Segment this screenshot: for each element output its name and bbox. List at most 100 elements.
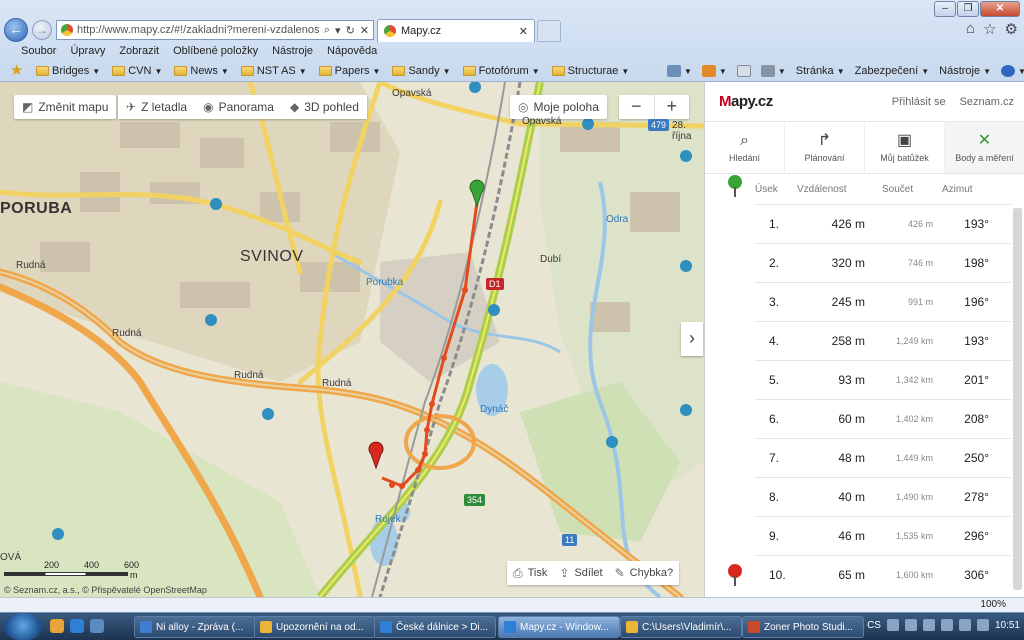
dropdown-icon[interactable]: ▾ bbox=[335, 24, 341, 37]
favorites-add-icon[interactable]: ★ bbox=[10, 63, 26, 79]
table-row[interactable]: 4. 258 m 1,249 km 193° bbox=[755, 321, 1011, 360]
collapse-panel-button[interactable]: › bbox=[681, 322, 703, 356]
tab-planning[interactable]: ↱ Plánování bbox=[785, 122, 865, 173]
zoom-level[interactable]: 100% bbox=[980, 599, 1006, 610]
favorite-folder[interactable]: Sandy ▼ bbox=[386, 65, 456, 77]
3d-view-button[interactable]: ◆ 3D pohled bbox=[281, 95, 367, 119]
home-icon[interactable]: ⌂ bbox=[966, 20, 975, 38]
zoom-out-button[interactable]: − bbox=[619, 95, 655, 119]
forward-button[interactable]: → bbox=[32, 20, 52, 40]
back-button[interactable]: ← bbox=[4, 18, 28, 42]
taskbar-item[interactable]: Mapy.cz - Window... bbox=[498, 616, 620, 638]
folder-icon[interactable] bbox=[50, 619, 64, 633]
new-tab-button[interactable] bbox=[537, 20, 561, 42]
favorite-folder[interactable]: Fotofórum ▼ bbox=[457, 65, 546, 77]
menu-favorites[interactable]: Oblíbené položky bbox=[166, 43, 265, 60]
print-icon[interactable]: ▼ bbox=[756, 65, 791, 77]
table-row[interactable]: 9. 46 m 1,535 km 296° bbox=[755, 516, 1011, 555]
folder-icon bbox=[174, 66, 188, 76]
table-row[interactable]: 10. 65 m 1,600 km 306° bbox=[755, 555, 1011, 594]
table-row[interactable]: 5. 93 m 1,342 km 201° bbox=[755, 360, 1011, 399]
close-tab-icon[interactable]: ✕ bbox=[519, 25, 528, 38]
favorites-star-icon[interactable]: ☆ bbox=[983, 20, 996, 38]
table-row[interactable]: 2. 320 m 746 m 198° bbox=[755, 243, 1011, 282]
pencil-icon: ✎ bbox=[614, 566, 625, 580]
print-button[interactable]: ⎙ Tisk bbox=[507, 561, 554, 585]
favorite-folder[interactable]: NST AS ▼ bbox=[235, 65, 313, 77]
menu-security[interactable]: Zabezpečení ▼ bbox=[850, 65, 935, 77]
taskbar-item[interactable]: Upozornění na od... bbox=[254, 616, 376, 638]
gear-icon[interactable]: ⚙ bbox=[1005, 20, 1018, 38]
segment-azimuth: 196° bbox=[964, 295, 989, 309]
network-icon[interactable] bbox=[958, 619, 971, 631]
map-canvas[interactable]: ◩ Změnit mapu ✈ Z letadla ◉ Panorama ◆ 3… bbox=[0, 82, 704, 597]
favorite-folder[interactable]: News ▼ bbox=[168, 65, 234, 77]
seznam-link[interactable]: Seznam.cz bbox=[960, 96, 1014, 108]
tab-backpack[interactable]: ▣ Můj batůžek bbox=[865, 122, 945, 173]
mail-icon[interactable] bbox=[732, 65, 756, 77]
clock[interactable]: 10:51 bbox=[995, 620, 1020, 631]
segment-azimuth: 250° bbox=[964, 451, 989, 465]
home-menu-icon[interactable]: ▼ bbox=[662, 65, 697, 77]
favorite-folder[interactable]: Bridges ▼ bbox=[30, 65, 106, 77]
table-row[interactable]: 6. 60 m 1,402 km 208° bbox=[755, 399, 1011, 438]
language-indicator[interactable]: CS bbox=[867, 620, 881, 631]
favorite-folder[interactable]: Papers ▼ bbox=[313, 65, 387, 77]
menu-help[interactable]: Nápověda bbox=[320, 43, 384, 60]
menu-tools[interactable]: Nástroje bbox=[265, 43, 320, 60]
table-row[interactable]: 1. 426 m 426 m 193° bbox=[755, 204, 1011, 243]
taskbar-item[interactable]: České dálnice > Di... bbox=[374, 616, 496, 638]
report-error-button[interactable]: ✎ Chybka? bbox=[608, 561, 680, 585]
mapy-logo[interactable]: Mapy.cz bbox=[719, 93, 773, 110]
aerial-button[interactable]: ✈ Z letadla bbox=[118, 95, 196, 119]
tab-search[interactable]: ⌕ Hledání bbox=[705, 122, 785, 173]
share-button[interactable]: ⇪ Sdílet bbox=[553, 561, 609, 585]
table-row[interactable]: 7. 48 m 1,449 km 250° bbox=[755, 438, 1011, 477]
tray-icon[interactable] bbox=[940, 619, 953, 631]
menu-tools-cmd[interactable]: Nástroje ▼ bbox=[934, 65, 996, 77]
table-row[interactable]: 8. 40 m 1,490 km 278° bbox=[755, 477, 1011, 516]
start-button[interactable] bbox=[4, 613, 42, 640]
stop-icon[interactable]: ✕ bbox=[360, 24, 369, 37]
search-icon[interactable]: ⌕ bbox=[324, 24, 330, 37]
desktop-icon[interactable] bbox=[90, 619, 104, 633]
tab-points-measurement[interactable]: ✕ Body a měření bbox=[945, 122, 1024, 173]
favorite-folder[interactable]: Structurae ▼ bbox=[546, 65, 636, 77]
taskbar: Ni alloy - Zpráva (... Upozornění na od.… bbox=[0, 612, 1024, 640]
zoom-in-button[interactable]: + bbox=[655, 95, 690, 119]
panel-scrollbar[interactable] bbox=[1013, 208, 1022, 590]
help-icon[interactable]: ▼ bbox=[996, 65, 1024, 77]
minimize-button[interactable]: – bbox=[934, 1, 956, 17]
taskbar-item[interactable]: Ni alloy - Zpráva (... bbox=[134, 616, 256, 638]
scrollbar-thumb[interactable] bbox=[1013, 208, 1022, 590]
url-text[interactable]: http://www.mapy.cz/#!/zakladni?mereni-vz… bbox=[77, 24, 320, 36]
panorama-button[interactable]: ◉ Panorama bbox=[195, 95, 282, 119]
tray-icon[interactable] bbox=[922, 619, 935, 631]
taskbar-item[interactable]: C:\Users\Vladimír\... bbox=[620, 616, 742, 638]
menu-edit[interactable]: Úpravy bbox=[63, 43, 112, 60]
segment-sum: 1,600 km bbox=[895, 570, 933, 580]
layers-icon: ◩ bbox=[22, 100, 34, 114]
menu-view[interactable]: Zobrazit bbox=[112, 43, 166, 60]
change-map-button[interactable]: ◩ Změnit mapu bbox=[14, 95, 117, 119]
menu-file[interactable]: Soubor bbox=[14, 43, 63, 60]
taskbar-item[interactable]: Zoner Photo Studi... bbox=[742, 616, 864, 638]
maximize-button[interactable]: ❐ bbox=[957, 1, 979, 17]
browser-tab[interactable]: Mapy.cz ✕ bbox=[377, 19, 535, 42]
address-bar[interactable]: http://www.mapy.cz/#!/zakladni?mereni-vz… bbox=[56, 20, 374, 40]
change-map-label: Změnit mapu bbox=[38, 100, 109, 114]
end-point-icon bbox=[728, 564, 742, 586]
menu-page[interactable]: Stránka ▼ bbox=[791, 65, 850, 77]
taskbar-item-label: Mapy.cz - Window... bbox=[520, 621, 609, 633]
close-window-button[interactable]: ✕ bbox=[980, 1, 1020, 17]
table-row[interactable]: 3. 245 m 991 m 196° bbox=[755, 282, 1011, 321]
ie-icon[interactable] bbox=[70, 619, 84, 633]
rss-icon[interactable]: ▼ bbox=[697, 65, 732, 77]
volume-icon[interactable] bbox=[976, 619, 989, 631]
tray-icon[interactable] bbox=[886, 619, 899, 631]
login-link[interactable]: Přihlásit se bbox=[892, 96, 946, 108]
refresh-icon[interactable]: ↻ bbox=[346, 24, 355, 37]
segment-distance: 320 m bbox=[831, 256, 865, 270]
favorite-folder[interactable]: CVN ▼ bbox=[106, 65, 168, 77]
tray-icon[interactable] bbox=[904, 619, 917, 631]
